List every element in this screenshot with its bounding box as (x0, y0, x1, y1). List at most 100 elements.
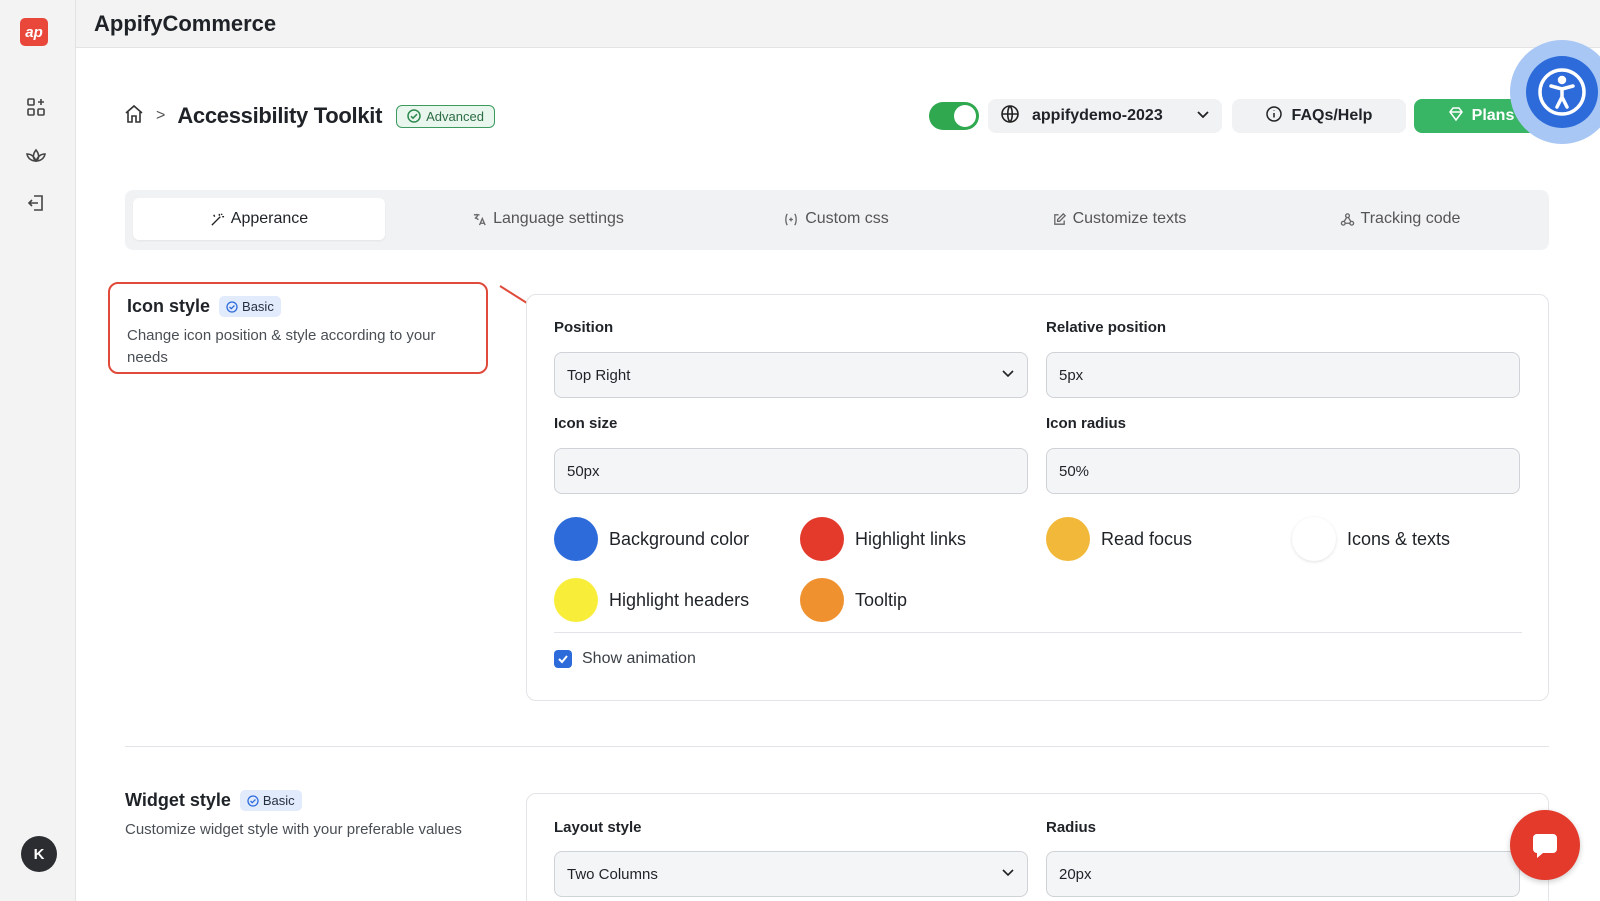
tab-label: Customize texts (1072, 210, 1187, 227)
lotus-icon[interactable] (24, 143, 48, 167)
tab-appearance[interactable]: Apperance (133, 198, 385, 240)
toggle-knob (954, 105, 976, 127)
color-option-background[interactable]: Background color (554, 517, 749, 561)
diamond-icon (1448, 106, 1464, 127)
section-description: Change icon position & style according t… (127, 327, 436, 366)
info-icon (1265, 105, 1282, 127)
show-animation-option[interactable]: Show animation (554, 650, 696, 668)
plan-badge-basic: Basic (219, 296, 281, 317)
layout-style-value: Two Columns (567, 865, 658, 883)
color-swatch[interactable] (1292, 517, 1336, 561)
plan-badge-label: Advanced (426, 108, 484, 124)
position-select[interactable]: Top Right (554, 352, 1028, 398)
radius-label: Radius (1046, 819, 1097, 836)
accessibility-icon (1526, 56, 1598, 128)
top-bar: AppifyCommerce (76, 0, 1600, 48)
color-option-icons-texts[interactable]: Icons & texts (1292, 517, 1450, 561)
faq-help-button[interactable]: FAQs/Help (1232, 99, 1406, 133)
plan-badge-basic: Basic (239, 790, 302, 811)
color-label: Read focus (1101, 528, 1193, 549)
color-swatch[interactable] (554, 578, 598, 622)
icon-radius-value: 50% (1059, 462, 1090, 480)
position-label: Position (554, 319, 614, 336)
tab-custom-css[interactable]: Custom css (710, 198, 962, 240)
chevron-down-icon (1001, 865, 1015, 883)
settings-tabs: Apperance Language settings Custom css C… (125, 190, 1549, 250)
relative-position-input[interactable]: 5px (1046, 352, 1520, 398)
app-enable-toggle[interactable] (929, 102, 979, 130)
color-label: Icons & texts (1347, 528, 1451, 549)
color-option-highlight-links[interactable]: Highlight links (800, 517, 966, 561)
edit-icon (1053, 212, 1066, 225)
color-swatch[interactable] (1046, 517, 1090, 561)
chevron-down-icon (1001, 366, 1015, 384)
chat-support-button[interactable] (1510, 810, 1580, 880)
color-label: Highlight links (855, 528, 967, 549)
tab-language-settings[interactable]: Language settings (422, 198, 674, 240)
store-name: appifydemo-2023 (1032, 107, 1163, 124)
share-nodes-icon (1340, 212, 1354, 226)
position-value: Top Right (567, 366, 631, 384)
color-label: Background color (609, 528, 750, 549)
tab-label: Apperance (230, 210, 309, 227)
color-swatch[interactable] (800, 578, 844, 622)
color-option-tooltip[interactable]: Tooltip (800, 578, 907, 622)
relative-position-label: Relative position (1046, 319, 1167, 336)
badge-label: Basic (262, 793, 295, 808)
color-option-highlight-headers[interactable]: Highlight headers (554, 578, 749, 622)
widget-style-info: Widget style Basic Customize widget styl… (125, 790, 485, 841)
checkmark-icon (558, 655, 568, 664)
app-logo[interactable]: ap (20, 18, 48, 46)
check-circle-icon (226, 300, 238, 313)
icon-style-card: Position Top Right Relative position 5px… (526, 294, 1549, 701)
icon-size-value: 50px (567, 462, 600, 480)
section-description: Customize widget style with your prefera… (125, 821, 462, 838)
globe-icon (1000, 104, 1020, 129)
color-swatch[interactable] (800, 517, 844, 561)
home-icon[interactable] (124, 104, 144, 129)
icon-radius-input[interactable]: 50% (1046, 448, 1520, 494)
check-circle-icon (247, 794, 259, 807)
logout-icon[interactable] (24, 191, 48, 215)
color-label: Tooltip (855, 589, 908, 610)
relative-position-value: 5px (1059, 366, 1084, 384)
layout-style-label: Layout style (554, 819, 642, 836)
show-animation-checkbox[interactable] (554, 650, 572, 668)
plan-badge-advanced: Advanced (396, 104, 495, 128)
tab-tracking-code[interactable]: Tracking code (1274, 198, 1526, 240)
store-selector[interactable]: appifydemo-2023 (988, 99, 1222, 133)
radius-input[interactable]: 20px (1046, 851, 1520, 897)
icon-style-info: Icon style Basic Change icon position & … (108, 282, 488, 374)
icon-radius-label: Icon radius (1046, 415, 1127, 432)
chat-bubble-icon (1533, 834, 1557, 858)
tab-label: Custom css (805, 210, 889, 227)
layout-style-select[interactable]: Two Columns (554, 851, 1028, 897)
check-circle-icon (407, 109, 421, 123)
section-title: Widget style (125, 790, 231, 810)
code-brackets-icon (785, 213, 798, 225)
widget-style-card: Layout style Two Columns Radius 20px (526, 793, 1549, 901)
translate-icon (473, 213, 486, 225)
breadcrumb-separator: > (156, 107, 166, 124)
radius-value: 20px (1059, 865, 1092, 883)
tab-customize-texts[interactable]: Customize texts (993, 198, 1245, 240)
color-option-read-focus[interactable]: Read focus (1046, 517, 1192, 561)
tab-label: Tracking code (1360, 210, 1461, 227)
divider (554, 632, 1522, 633)
page-title: Accessibility Toolkit (177, 103, 383, 128)
section-divider (125, 746, 1549, 747)
magic-wand-icon (211, 212, 224, 226)
plans-label: Plans (1471, 107, 1515, 124)
user-avatar[interactable]: K (21, 836, 57, 872)
badge-label: Basic (242, 299, 274, 314)
section-title: Icon style (127, 296, 211, 316)
color-label: Highlight headers (609, 589, 750, 610)
chevron-down-icon (1196, 107, 1210, 126)
apps-grid-icon[interactable] (24, 95, 48, 119)
sidebar: ap K (0, 0, 76, 901)
show-animation-label: Show animation (582, 650, 696, 667)
icon-size-input[interactable]: 50px (554, 448, 1028, 494)
icon-size-label: Icon size (554, 415, 618, 432)
color-swatch[interactable] (554, 517, 598, 561)
breadcrumb: > Accessibility Toolkit Advanced (124, 98, 495, 134)
